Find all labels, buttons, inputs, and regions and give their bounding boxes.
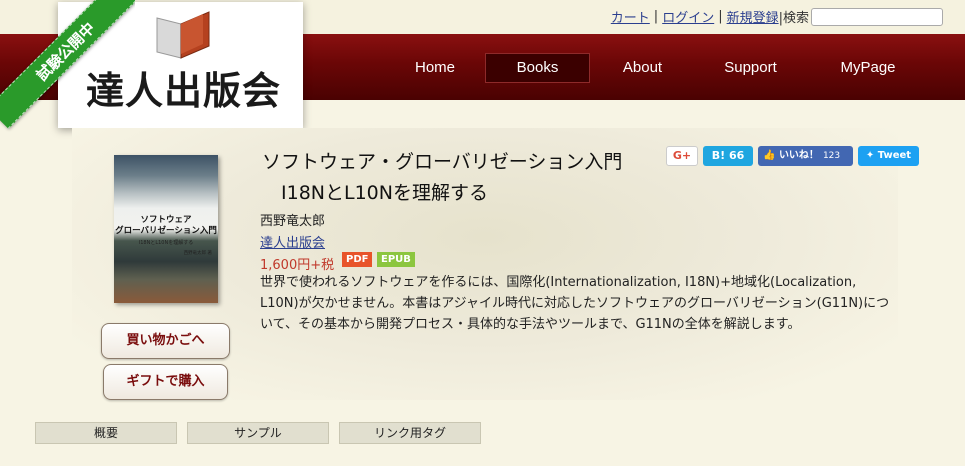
hatena-bookmark-button[interactable]: B! 66 [703,146,753,166]
like-count: 123 [822,151,841,161]
book-description: 世界で使われるソフトウェアを作るには、国際化(Internationalizat… [260,275,890,332]
nav-support[interactable]: Support [708,53,793,83]
cover-title: ソフトウェア グローバリゼーション入門 [114,215,218,237]
top-links: カート | ログイン | 新規登録 |検索 [611,7,943,26]
cover-subtitle: I18NとL10Nを理解する [138,240,194,246]
like-label: いいね！ [778,150,819,161]
book-title: ソフトウェア・グローバリゼーション入門 [262,151,623,173]
nav-mypage[interactable]: MyPage [828,53,908,83]
nav-about[interactable]: About [605,53,680,83]
tab-sample[interactable]: サンプル [187,422,329,444]
register-link[interactable]: 新規登録 [727,7,779,26]
nav-home[interactable]: Home [395,53,475,83]
tweet-label: Tweet [877,150,912,161]
add-to-cart-button[interactable]: 買い物かごへ [101,323,230,359]
cover-author: 西野竜太郎 著 [183,251,212,256]
epub-badge: EPUB [377,252,415,267]
trial-ribbon: 試験公開中 [0,0,135,129]
cover-title-line1: ソフトウェア [140,215,192,225]
cover-title-line2: グローバリゼーション入門 [115,226,217,236]
book-price: 1,600円+税 [260,258,335,273]
book-author: 西野竜太郎 [260,214,326,229]
gift-purchase-button[interactable]: ギフトで購入 [103,364,228,400]
pdf-badge: PDF [342,252,373,267]
book-cover[interactable]: ソフトウェア グローバリゼーション入門 I18NとL10Nを理解する 西野竜太郎… [114,155,218,303]
search-input[interactable] [811,7,943,26]
facebook-like-button[interactable]: 👍 いいね！ 123 [758,146,853,166]
twitter-bird-icon: ✦ [865,150,875,161]
publisher-link[interactable]: 達人出版会 [260,232,325,251]
thumbs-up-icon: 👍 [763,150,776,161]
separator: | [718,9,723,24]
search-label: |検索 [778,11,809,26]
tweet-button[interactable]: ✦ Tweet [858,146,919,166]
ribbon-wrap: 試験公開中 [0,0,135,135]
tab-link-tag[interactable]: リンク用タグ [339,422,481,444]
cart-link[interactable]: カート [611,7,650,26]
book-logo-icon [156,11,210,59]
book-subtitle: I18NとL10Nを理解する [281,182,488,204]
nav-books[interactable]: Books [485,53,590,83]
tab-overview[interactable]: 概要 [35,422,177,444]
separator: | [653,9,659,24]
login-link[interactable]: ログイン [662,7,714,26]
google-plus-button[interactable]: G+ [666,146,698,166]
